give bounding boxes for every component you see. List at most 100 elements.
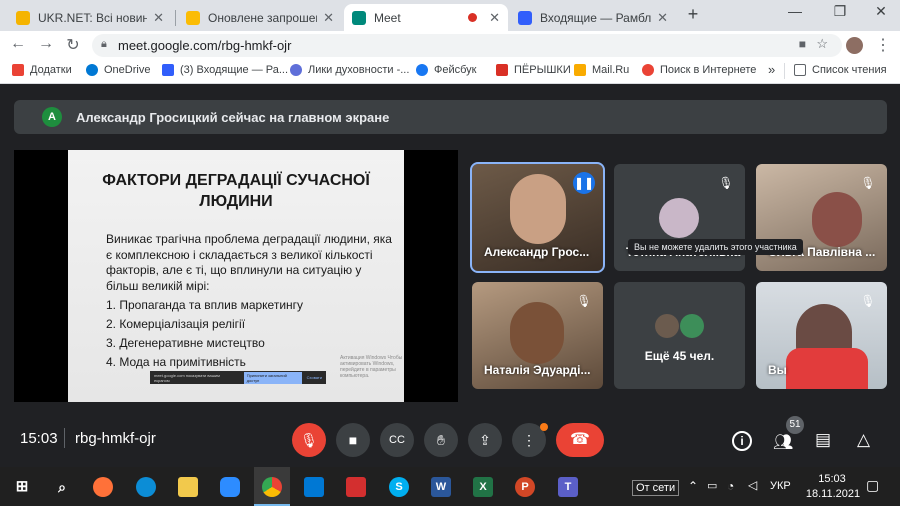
participant-name: Александр Грос... [484, 245, 590, 259]
firefox-icon[interactable] [93, 477, 113, 497]
pdf-icon[interactable] [346, 477, 366, 497]
tab-rambler[interactable]: Входящие — Рамблер/п ✕ [510, 4, 676, 31]
new-tab-button[interactable]: + [678, 4, 708, 25]
list-item: 3. Дегенеративне мистецтво [106, 336, 265, 350]
bookmark-inbox[interactable]: (3) Входящие — Ра... [162, 64, 288, 76]
close-tab-icon[interactable]: ✕ [323, 10, 334, 26]
stop-sharing-button[interactable]: Припинити загальний доступ [243, 371, 302, 384]
folder-icon[interactable] [178, 477, 198, 497]
excel-icon[interactable]: X [473, 477, 493, 497]
camera-icon[interactable]: ■ [799, 37, 806, 51]
people-icon[interactable]: 👥︎ [773, 432, 793, 452]
mail-icon[interactable] [304, 477, 324, 497]
close-tab-icon[interactable]: ✕ [489, 10, 500, 26]
reading-list-icon [794, 64, 806, 76]
bookmark-onedrive[interactable]: OneDrive [86, 64, 150, 76]
edge-icon[interactable] [136, 477, 156, 497]
start-windows-icon[interactable]: ⊞ [12, 477, 32, 497]
tab-ukrnet[interactable]: UKR.NET: Всі новини Укр ✕ [8, 4, 172, 31]
avatar [680, 314, 704, 338]
search-icon[interactable]: ⌕ [52, 477, 72, 497]
address-bar[interactable]: 🔒︎ meet.google.com/rbg-hmkf-ojr ■ ☆ [92, 34, 842, 57]
forward-arrow-icon[interactable]: → [36, 35, 56, 53]
present-button[interactable]: ⇪ [468, 423, 502, 457]
participant-tile[interactable]: ❚❚ Александр Грос... [470, 162, 605, 273]
bookmarks-overflow[interactable]: » [768, 62, 775, 77]
notification-center-icon[interactable]: ▢ [866, 477, 879, 494]
zoom-icon[interactable] [220, 477, 240, 497]
mic-off-icon: 🎙︎ [860, 176, 876, 190]
camera-button[interactable]: ■ [336, 423, 370, 457]
network-icon[interactable]: ◔ [727, 479, 734, 493]
mail-icon [162, 64, 174, 76]
presentation-view[interactable]: ФАКТОРИ ДЕГРАДАЦІЇ СУЧАСНОЇ ЛЮДИНИ Виник… [14, 150, 458, 402]
battery-icon[interactable]: ▭ [707, 479, 717, 492]
bookmark-label: Mail.Ru [592, 64, 630, 76]
close-tab-icon[interactable]: ✕ [657, 10, 668, 26]
maximize-button[interactable]: ❐ [825, 3, 855, 20]
tooltip: Вы не можете удалить этого участника [628, 239, 803, 255]
share-notification: meet.google.com показувати вашим екраном… [150, 371, 326, 384]
word-icon[interactable]: W [431, 477, 451, 497]
profile-avatar[interactable] [846, 37, 863, 54]
tab-strip: UKR.NET: Всі новини Укр ✕ Оновлене запро… [0, 0, 900, 31]
onedrive-icon [86, 64, 98, 76]
globe-icon [290, 64, 302, 76]
mic-off-button[interactable]: 🎙︎ [292, 423, 326, 457]
avatar [655, 314, 679, 338]
chrome-icon[interactable] [262, 477, 282, 497]
volume-icon[interactable]: ◁ [748, 478, 757, 492]
skype-icon[interactable]: S [389, 477, 409, 497]
tab-title: UKR.NET: Всі новини Укр [38, 10, 148, 25]
reload-icon[interactable]: ↻ [63, 35, 83, 55]
windows-taskbar: ⊞ ⌕ S W X P T От сети ⌃ ▭ ◔ ◁ УКР 15:03 … [0, 467, 900, 506]
chat-icon[interactable]: ▤ [815, 430, 831, 450]
activities-icon[interactable]: △ [857, 430, 870, 450]
bookmark-label: OneDrive [104, 64, 151, 76]
tab-title: Оновлене запрошення: [208, 10, 317, 25]
participant-tile-more[interactable]: Ещё 45 чел. [614, 282, 745, 389]
star-icon[interactable]: ☆ [816, 36, 828, 52]
tab-calendar[interactable]: Оновлене запрошення: ✕ [178, 4, 342, 31]
clock-date[interactable]: 18.11.2021 [804, 488, 862, 500]
mail-icon [518, 10, 532, 25]
participant-tile-self[interactable]: 🎙︎ Вы [756, 282, 887, 389]
chevron-up-icon[interactable]: ⌃ [688, 479, 698, 493]
windows-watermark: Активация Windows Чтобы активировать Win… [340, 355, 403, 379]
mic-off-icon: 🎙︎ [576, 294, 592, 308]
teams-icon[interactable]: T [558, 477, 578, 497]
tab-meet[interactable]: Meet ✕ [344, 4, 508, 31]
bookmark-label: Поиск в Интернете [660, 64, 757, 76]
participant-tile[interactable]: 🎙︎ Наталія Эдуарді... [472, 282, 603, 389]
bookmark-liki[interactable]: Лики духовности -... [290, 64, 409, 76]
share-text: meet.google.com показувати вашим екраном [154, 372, 220, 383]
bookmark-mailru[interactable]: Mail.Ru [574, 64, 629, 76]
participant-video [812, 192, 862, 247]
language-indicator[interactable]: УКР [770, 480, 791, 492]
bookmark-search[interactable]: Поиск в Интернете [642, 64, 756, 76]
back-arrow-icon[interactable]: ← [8, 35, 28, 53]
bookmark-peryshki[interactable]: ПЁРЫШКИ [496, 64, 571, 76]
close-tab-icon[interactable]: ✕ [153, 10, 164, 26]
minimize-button[interactable]: — [780, 3, 810, 19]
meeting-time: 15:03 [20, 430, 58, 447]
captions-button[interactable]: CC [380, 423, 414, 457]
clock-time[interactable]: 15:03 [812, 473, 852, 485]
url-text: meet.google.com/rbg-hmkf-ojr [118, 38, 292, 53]
info-icon[interactable]: i [732, 431, 752, 451]
offline-label: От сети [632, 480, 680, 496]
close-window-button[interactable]: ✕ [866, 3, 896, 20]
bookmark-facebook[interactable]: Фейсбук [416, 64, 477, 76]
reading-list[interactable]: Список чтения [794, 64, 887, 76]
list-item: 4. Мода на примітивність [106, 355, 246, 369]
hide-button[interactable]: Сховати [307, 375, 322, 380]
menu-dots-icon[interactable]: ⋮ [873, 35, 893, 55]
raise-hand-button[interactable]: ✋︎ [424, 423, 458, 457]
participant-video [510, 302, 564, 364]
participant-video [786, 348, 868, 389]
bookmarks-bar: Додатки OneDrive (3) Входящие — Ра... Ли… [0, 59, 900, 84]
presenting-banner: А Александр Гросицкий сейчас на главном … [14, 100, 887, 134]
bookmark-apps[interactable]: Додатки [12, 64, 72, 76]
end-call-button[interactable]: ☎︎ [556, 423, 604, 457]
powerpoint-icon[interactable]: P [515, 477, 535, 497]
